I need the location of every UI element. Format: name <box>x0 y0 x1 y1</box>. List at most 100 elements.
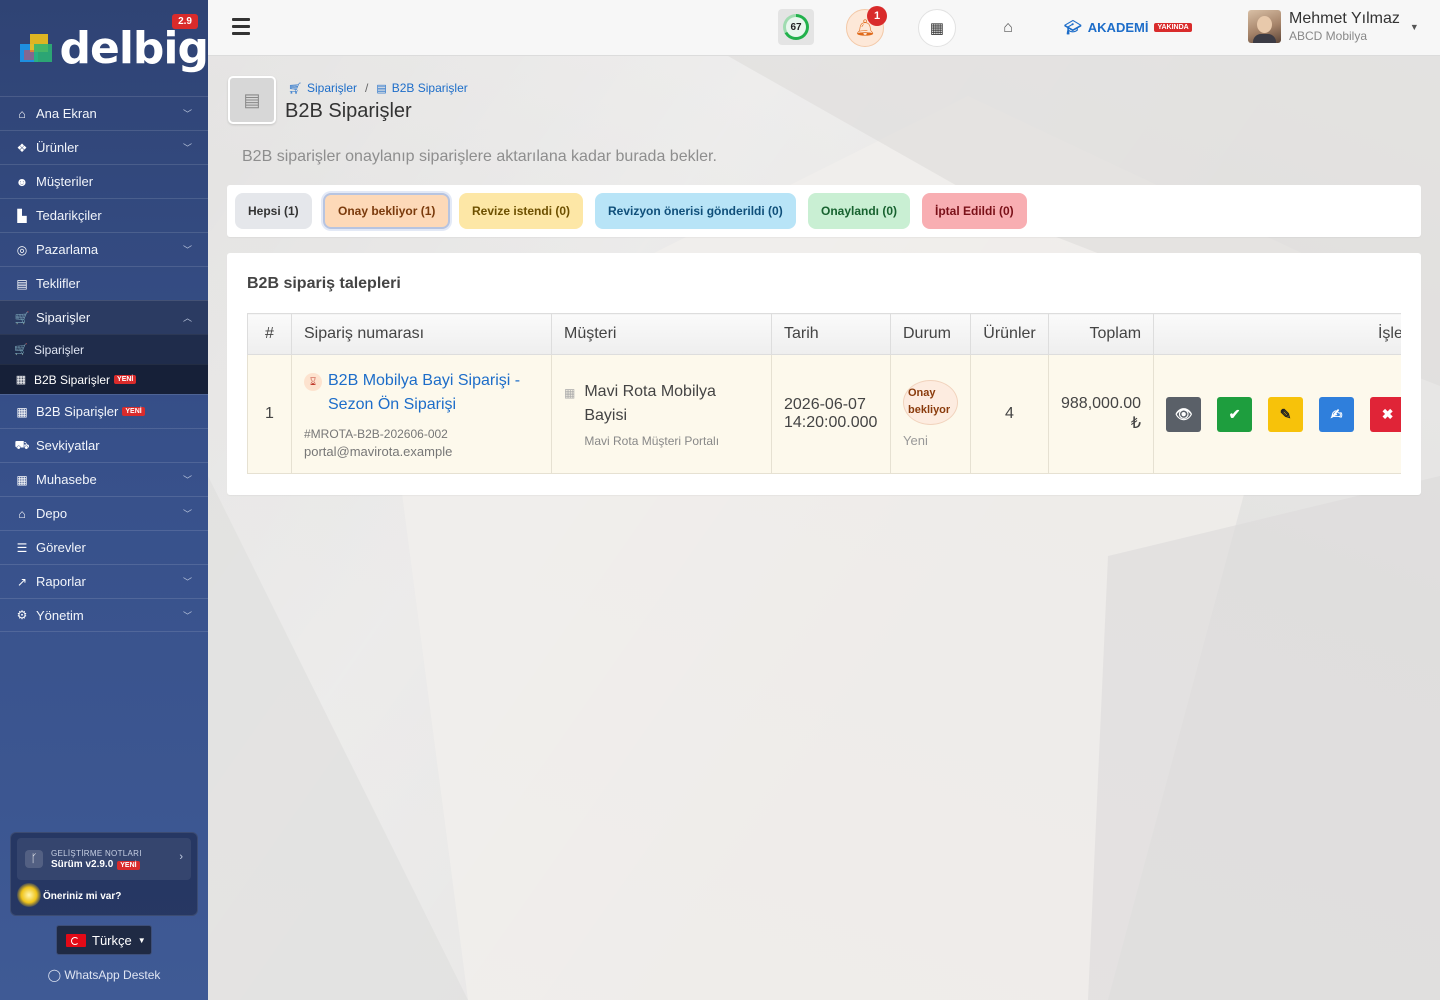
dev-notes-link[interactable]: ᚴ GELİŞTİRME NOTLARI Sürüm v2.9.0 YENİ › <box>17 838 191 880</box>
sidebar-item-urunler[interactable]: ❖ Ürünler ﹀ <box>0 130 208 164</box>
breadcrumb-b2b-siparisler[interactable]: B2B Siparişler <box>392 81 468 95</box>
breadcrumb-siparisler[interactable]: Siparişler <box>307 81 357 95</box>
new-badge: YENİ <box>122 407 145 416</box>
sidebar-submenu-siparisler: 🛒 Siparişler ▦ B2B Siparişler YENİ <box>0 334 208 394</box>
sidebar-item-depo[interactable]: ⌂ Depo ﹀ <box>0 496 208 530</box>
topbar: 67 🔔︎ 1 ▦ ⌂ 🎓︎ AKADEMİ YAKINDA Mehmet Yı… <box>208 0 1440 56</box>
close-icon: ✖ <box>1381 405 1394 422</box>
chevron-down-icon: ﹀ <box>182 610 192 621</box>
score-value: 67 <box>786 17 806 37</box>
chevron-down-icon: ﹀ <box>182 109 192 119</box>
notification-count-badge: 1 <box>867 6 887 26</box>
sidebar-item-yonetim[interactable]: ⚙ Yönetim ﹀ <box>0 598 208 632</box>
clipboard-icon: ▦ <box>16 404 28 419</box>
column-header[interactable]: Ürünler <box>970 313 1049 355</box>
store-button[interactable]: ⌂ <box>989 9 1027 47</box>
sidebar-item-b2b-siparisler[interactable]: ▦ B2B Siparişler YENİ <box>0 394 208 428</box>
chevron-right-icon: › <box>179 851 183 863</box>
date-cell: 2026-06-07 14:20:00.000 <box>771 354 891 474</box>
menu-toggle-icon[interactable] <box>232 18 250 36</box>
sidebar-item-raporlar[interactable]: ↗ Raporlar ﹀ <box>0 564 208 598</box>
sidebar-item-label: B2B Siparişler <box>36 404 119 419</box>
akademi-label: AKADEMİ <box>1087 20 1149 35</box>
akademi-link[interactable]: 🎓︎ AKADEMİ YAKINDA <box>1064 19 1192 36</box>
brand-logo[interactable]: delbig 2.9 <box>0 0 209 96</box>
page-description: B2B siparişler onaylanıp siparişlere akt… <box>242 148 717 165</box>
orders-card: B2B sipariş talepleri # Sipariş numarası… <box>227 253 1421 495</box>
sidebar-item-sevkiyatlar[interactable]: ⛟ Sevkiyatlar <box>0 428 208 462</box>
chevron-down-icon: ﹀ <box>182 475 192 485</box>
dev-notes-title: GELİŞTİRME NOTLARI <box>51 848 142 858</box>
branch-icon: ᚴ <box>25 850 43 868</box>
order-title-link[interactable]: B2B Mobilya Bayi Siparişi - Sezon Ön Sip… <box>328 369 539 417</box>
order-email: portal@mavirota.example <box>304 444 453 459</box>
page-title: B2B Siparişler <box>285 100 412 122</box>
column-header[interactable]: # <box>247 313 292 355</box>
actions-cell: 👁︎ ✔ ✎ ✍︎ ✖ <box>1153 354 1401 474</box>
sidebar-subitem-b2b-siparisler[interactable]: ▦ B2B Siparişler YENİ <box>0 364 208 394</box>
notifications-button[interactable]: 🔔︎ 1 <box>846 6 887 47</box>
sidebar-subitem-label: Siparişler <box>34 342 85 357</box>
calendar-button[interactable]: ▦ <box>918 9 956 47</box>
status-sub-label: Yeni <box>903 433 928 448</box>
version-badge: 2.9 <box>172 14 198 29</box>
caret-down-icon: ▼ <box>1409 21 1419 32</box>
filter-all[interactable]: Hepsi (1) <box>235 193 312 229</box>
new-badge: YENİ <box>114 375 137 384</box>
sidebar-item-label: Müşteriler <box>36 174 94 189</box>
column-header[interactable]: Tarih <box>771 313 891 355</box>
sidebar-item-ana-ekran[interactable]: ⌂ Ana Ekran ﹀ <box>0 96 208 130</box>
sidebar-item-muhasebe[interactable]: ▦ Muhasebe ﹀ <box>0 462 208 496</box>
coming-soon-badge: YAKINDA <box>1154 23 1192 32</box>
file-icon: ▤ <box>16 276 28 291</box>
filter-revise-requested[interactable]: Revize istendi (0) <box>459 193 584 229</box>
sidebar-item-label: Siparişler <box>36 310 91 325</box>
total-amount: 988,000.00 ₺ <box>1047 354 1155 474</box>
sidebar-item-siparisler[interactable]: 🛒 Siparişler ︿ <box>0 300 208 334</box>
sidebar-item-label: Muhasebe <box>36 472 97 487</box>
caret-down-icon: ▼ <box>137 935 146 945</box>
cancel-button[interactable]: ✖ <box>1370 396 1401 432</box>
view-button[interactable]: 👁︎ <box>1166 396 1202 432</box>
cubes-icon: ❖ <box>16 140 28 155</box>
calendar-icon: ▦ <box>929 20 945 37</box>
whatsapp-support-link[interactable]: ◯ WhatsApp Destek <box>0 968 208 982</box>
customer-cell: ▦ Mavi Rota Mobilya Bayisi Mavi Rota Müş… <box>551 354 772 474</box>
status-badge: Onay bekliyor <box>903 380 958 425</box>
building-icon: ▦ <box>564 386 576 400</box>
sidebar-item-tedarikciler[interactable]: ▙ Tedarikçiler <box>0 198 208 232</box>
language-label: Türkçe <box>92 932 132 948</box>
cart-icon: 🛒 <box>14 344 28 356</box>
column-header-label: İşlemler <box>1377 325 1401 342</box>
cart-icon: 🛒 <box>14 310 30 325</box>
dev-notes-panel: ᚴ GELİŞTİRME NOTLARI Sürüm v2.9.0 YENİ › … <box>10 832 198 916</box>
cart-icon: 🛒︎ <box>288 82 302 95</box>
filter-approved[interactable]: Onaylandı (0) <box>808 193 911 229</box>
filter-revision-sent[interactable]: Revizyon önerisi gönderildi (0) <box>595 193 796 229</box>
filter-waiting-approval[interactable]: Onay bekliyor (1) <box>323 193 451 229</box>
order-cell: ⌛︎ B2B Mobilya Bayi Siparişi - Sezon Ön … <box>291 354 552 474</box>
approve-button[interactable]: ✔ <box>1217 396 1253 432</box>
score-widget[interactable]: 67 <box>778 9 814 45</box>
suggestion-link[interactable]: Öneriniz mi var? <box>43 891 121 902</box>
column-header[interactable]: Durum <box>890 313 971 355</box>
filter-cancelled[interactable]: İptal Edildi (0) <box>922 193 1027 229</box>
edit-button[interactable]: ✎ <box>1268 396 1304 432</box>
column-header: İşlemler <box>1153 313 1401 355</box>
revise-button[interactable]: ✍︎ <box>1319 396 1355 432</box>
column-header[interactable]: Müşteri <box>551 313 772 355</box>
sidebar-item-gorevler[interactable]: ☰ Görevler <box>0 530 208 564</box>
sidebar-item-label: Sevkiyatlar <box>36 438 100 453</box>
chevron-down-icon: ﹀ <box>182 143 192 153</box>
orders-table-scroll[interactable]: # Sipariş numarası Müşteri Tarih Durum Ü… <box>247 313 1401 474</box>
sidebar-item-musteriler[interactable]: ☻ Müşteriler <box>0 164 208 198</box>
sidebar-item-pazarlama[interactable]: ◎ Pazarlama ﹀ <box>0 232 208 266</box>
column-header[interactable]: Toplam <box>1047 313 1155 355</box>
sidebar-subitem-siparisler[interactable]: 🛒 Siparişler <box>0 334 208 364</box>
user-menu[interactable]: Mehmet Yılmaz ABCD Mobilya ▼ <box>1248 10 1419 43</box>
language-select[interactable]: Türkçe ▼ <box>56 925 152 955</box>
sidebar-item-teklifler[interactable]: ▤ Teklifler <box>0 266 208 300</box>
sidebar-item-label: Görevler <box>36 540 86 555</box>
signature-icon: ✍︎ <box>1330 405 1343 422</box>
column-header[interactable]: Sipariş numarası <box>291 313 552 355</box>
